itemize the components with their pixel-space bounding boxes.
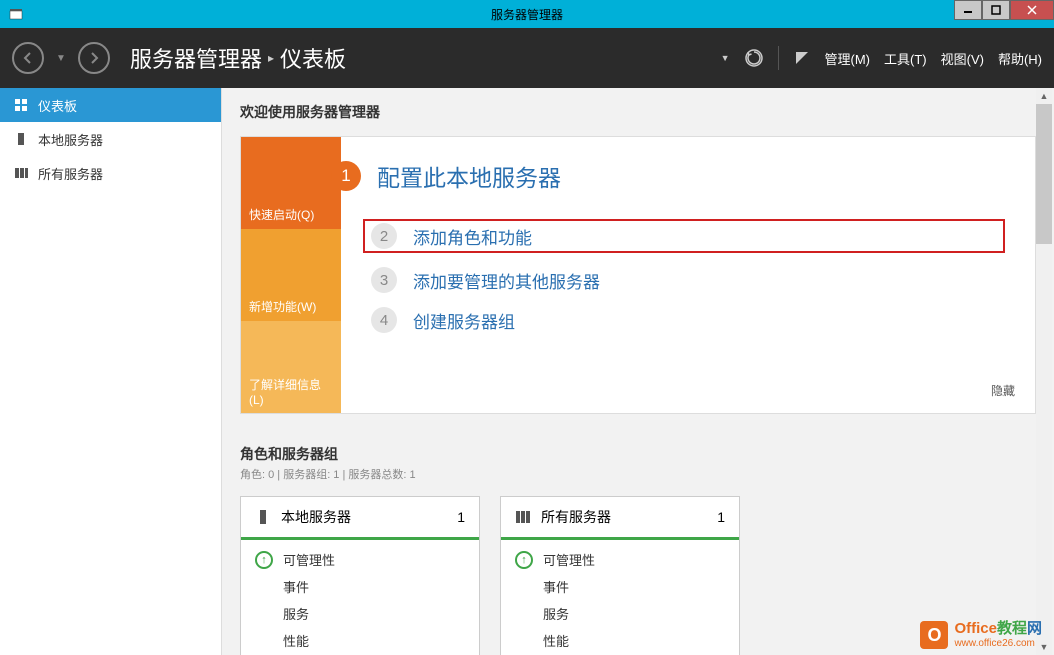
sidebar-item-label: 所有服务器 [38, 164, 103, 183]
sidebar-item-local-server[interactable]: 本地服务器 [0, 122, 221, 156]
tile-title: 所有服务器 [541, 507, 707, 527]
tile-header: 所有服务器 1 [501, 497, 739, 537]
sidebar: 仪表板 本地服务器 所有服务器 [0, 88, 222, 655]
tile-title: 本地服务器 [281, 507, 447, 527]
tile-count: 1 [457, 509, 465, 525]
minimize-button[interactable] [954, 0, 982, 20]
tile-row-services[interactable]: 服务 [255, 600, 465, 627]
tile-row-services[interactable]: 服务 [515, 600, 725, 627]
tile-row-performance[interactable]: 性能 [255, 627, 465, 654]
scroll-up-icon[interactable]: ▲ [1036, 88, 1052, 104]
servers-icon [14, 166, 28, 180]
tile-row-manageability[interactable]: ↑可管理性 [515, 546, 725, 573]
status-ok-icon: ↑ [515, 551, 533, 569]
status-ok-icon: ↑ [255, 551, 273, 569]
welcome-heading: 欢迎使用服务器管理器 [240, 102, 1036, 122]
scrollbar[interactable]: ▲ ▼ [1036, 88, 1052, 655]
welcome-tabs: 快速启动(Q) 新增功能(W) 了解详细信息(L) [241, 137, 341, 413]
breadcrumb-dropdown[interactable]: ▼ [721, 53, 730, 63]
roles-section: 角色和服务器组 角色: 0 | 服务器组: 1 | 服务器总数: 1 本地服务器… [240, 444, 1036, 655]
step-label: 配置此本地服务器 [377, 159, 561, 193]
server-icon [255, 509, 271, 525]
main-area: 仪表板 本地服务器 所有服务器 欢迎使用服务器管理器 快速启动(Q) 新增功能(… [0, 88, 1054, 655]
roles-heading: 角色和服务器组 [240, 444, 1036, 464]
tile-header: 本地服务器 1 [241, 497, 479, 537]
chevron-right-icon: ▸ [268, 51, 274, 65]
history-dropdown[interactable]: ▼ [48, 45, 74, 71]
separator [778, 46, 779, 70]
tile-local-server[interactable]: 本地服务器 1 ↑可管理性 事件 服务 性能 [240, 496, 480, 655]
server-icon [14, 132, 28, 146]
help-menu[interactable]: 帮助(H) [998, 49, 1042, 68]
scroll-thumb[interactable] [1036, 104, 1052, 244]
step-configure-local[interactable]: 1 配置此本地服务器 [331, 159, 1005, 193]
tile-all-servers[interactable]: 所有服务器 1 ↑可管理性 事件 服务 性能 [500, 496, 740, 655]
tile-row-events[interactable]: 事件 [255, 573, 465, 600]
step-label: 添加角色和功能 [413, 224, 532, 249]
welcome-tab-quickstart[interactable]: 快速启动(Q) [241, 137, 341, 229]
notifications-button[interactable] [793, 49, 811, 67]
step-create-group[interactable]: 4 创建服务器组 [371, 307, 1005, 333]
tile-count: 1 [717, 509, 725, 525]
refresh-button[interactable] [744, 48, 764, 68]
welcome-tab-learnmore[interactable]: 了解详细信息(L) [241, 321, 341, 413]
servers-icon [515, 509, 531, 525]
tile-body: ↑可管理性 事件 服务 性能 [241, 540, 479, 655]
watermark-badge: O [920, 621, 948, 649]
window-title: 服务器管理器 [491, 6, 563, 23]
maximize-button[interactable] [982, 0, 1010, 20]
step-label: 创建服务器组 [413, 308, 515, 333]
forward-button[interactable] [78, 42, 110, 74]
close-button[interactable] [1010, 0, 1054, 20]
step-number: 4 [371, 307, 397, 333]
tools-menu[interactable]: 工具(T) [884, 49, 927, 68]
welcome-tab-whatsnew[interactable]: 新增功能(W) [241, 229, 341, 321]
step-add-servers[interactable]: 3 添加要管理的其他服务器 [371, 267, 1005, 293]
sidebar-item-all-servers[interactable]: 所有服务器 [0, 156, 221, 190]
tile-row-events[interactable]: 事件 [515, 573, 725, 600]
window-titlebar: 服务器管理器 [0, 0, 1054, 28]
welcome-steps: 1 配置此本地服务器 2 添加角色和功能 3 添加要管理的其他服务器 4 创建服… [341, 137, 1035, 413]
sidebar-item-label: 本地服务器 [38, 130, 103, 149]
breadcrumb-app: 服务器管理器 [130, 42, 262, 74]
tile-row-performance[interactable]: 性能 [515, 627, 725, 654]
nav-arrows: ▼ [12, 42, 110, 74]
step-number: 1 [331, 161, 361, 191]
watermark-text: Office教程网 www.office26.com [954, 621, 1042, 649]
tiles-container: 本地服务器 1 ↑可管理性 事件 服务 性能 所有服务器 1 [240, 496, 1036, 655]
dashboard-icon [14, 98, 28, 112]
step-number: 3 [371, 267, 397, 293]
welcome-panel: 快速启动(Q) 新增功能(W) 了解详细信息(L) 1 配置此本地服务器 2 添… [240, 136, 1036, 414]
window-controls [954, 0, 1054, 20]
header-ribbon: ▼ 服务器管理器 ▸ 仪表板 ▼ 管理(M) 工具(T) 视图(V) 帮助(H) [0, 28, 1054, 88]
step-label: 添加要管理的其他服务器 [413, 268, 600, 293]
app-icon [4, 2, 28, 26]
step-number: 2 [371, 223, 397, 249]
breadcrumb-page: 仪表板 [280, 42, 346, 74]
view-menu[interactable]: 视图(V) [941, 49, 984, 68]
breadcrumb: 服务器管理器 ▸ 仪表板 [130, 42, 721, 74]
sidebar-item-dashboard[interactable]: 仪表板 [0, 88, 221, 122]
watermark: O Office教程网 www.office26.com [920, 621, 1042, 649]
content-area: 欢迎使用服务器管理器 快速启动(Q) 新增功能(W) 了解详细信息(L) 1 配… [222, 88, 1054, 655]
hide-link[interactable]: 隐藏 [991, 382, 1015, 399]
back-button[interactable] [12, 42, 44, 74]
roles-subtitle: 角色: 0 | 服务器组: 1 | 服务器总数: 1 [240, 466, 1036, 482]
manage-menu[interactable]: 管理(M) [825, 49, 871, 68]
tile-body: ↑可管理性 事件 服务 性能 [501, 540, 739, 655]
tile-row-manageability[interactable]: ↑可管理性 [255, 546, 465, 573]
ribbon-actions: ▼ 管理(M) 工具(T) 视图(V) 帮助(H) [721, 46, 1042, 70]
step-add-roles[interactable]: 2 添加角色和功能 [363, 219, 1005, 253]
sidebar-item-label: 仪表板 [38, 96, 77, 115]
